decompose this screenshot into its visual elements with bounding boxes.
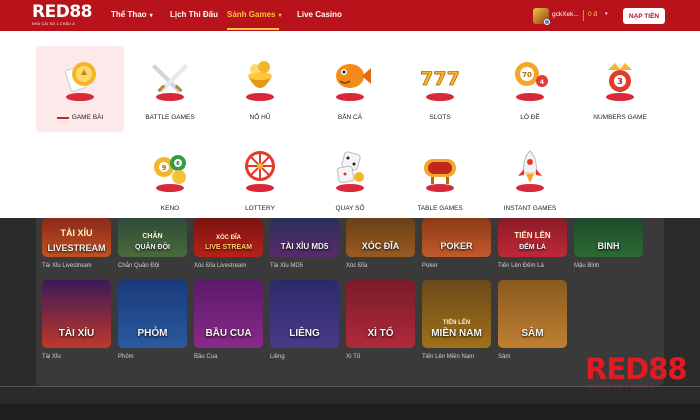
game-card-sam[interactable]: SÂM Sâm: [498, 280, 567, 360]
balance[interactable]: 0 đ: [588, 11, 597, 18]
game-thumbnail: POKER: [422, 218, 491, 257]
red88-watermark-logo: RED88 NHÀ CÁI SỐ 1 CHÂU Á: [585, 352, 688, 390]
nav-sanh-games[interactable]: Sảnh Games ▾: [227, 10, 281, 19]
games-dropdown-menu: GAME BÀI BATTLE GAMES NỔ HŨ BẮN CÁ 777 S…: [0, 31, 700, 218]
games-grid: TÀI XỈU LIVESTREAM Tài Xỉu Livestream CH…: [36, 218, 664, 386]
menu-item-numbers-game[interactable]: 3 NUMBERS GAME: [576, 46, 664, 132]
chevron-down-icon: ▾: [149, 13, 153, 19]
verified-badge-icon: [544, 19, 550, 25]
game-thumbnail: TIẾN LÊN MIỀN NAM: [422, 280, 491, 348]
menu-item-game-bai[interactable]: GAME BÀI: [36, 46, 124, 132]
game-thumbnail: TÀI XỈU: [42, 280, 111, 348]
svg-text:9: 9: [162, 164, 167, 172]
username[interactable]: gckXek...: [552, 11, 579, 18]
game-name: Xóc Đĩa Livestream: [194, 263, 247, 269]
table-games-icon: [424, 159, 456, 192]
game-thumbnail: TÀI XỈU MD5: [270, 218, 339, 257]
game-name: Phỏm: [118, 354, 134, 360]
game-thumbnail: XÓC ĐĨA: [346, 218, 415, 257]
menu-item-battle-games[interactable]: BATTLE GAMES: [126, 46, 214, 132]
game-name: Tài Xỉu: [42, 354, 61, 360]
game-card-tien-len-mien-nam[interactable]: TIẾN LÊN MIỀN NAM Tiến Lên Miền Nam: [422, 280, 491, 360]
menu-item-keno[interactable]: 9 6 KENO: [126, 137, 214, 223]
game-bai-icon: [65, 62, 96, 101]
menu-item-ban-ca[interactable]: BẮN CÁ: [306, 46, 394, 132]
game-name: Tài Xỉu MD5: [270, 263, 304, 269]
keno-icon: 9 6: [154, 155, 186, 192]
game-card-tai-xiu-md5[interactable]: TÀI XỈU MD5 Tài Xỉu MD5: [270, 218, 339, 269]
menu-item-quay-so[interactable]: QUAY SỐ: [306, 137, 394, 223]
lottery-icon: [245, 151, 275, 192]
game-name: Chắn Quân Đội: [118, 263, 160, 269]
quay-so-icon: [336, 151, 364, 192]
selected-indicator: [56, 116, 69, 119]
battle-games-icon: [152, 64, 188, 101]
game-card-tien-len-dem-la[interactable]: TIẾN LÊN ĐẾM LÁ Tiến Lên Đếm Lá: [498, 218, 567, 269]
svg-text:3: 3: [617, 77, 623, 86]
game-thumbnail: LIÊNG: [270, 280, 339, 348]
game-thumbnail: CHẮN QUÂN ĐỘI: [118, 218, 187, 257]
ban-ca-icon: [336, 64, 371, 101]
chevron-down-icon: ▾: [278, 13, 282, 19]
game-name: Liêng: [270, 354, 285, 360]
no-hu-icon: [246, 61, 274, 101]
game-name: Tiến Lên Đếm Lá: [498, 263, 544, 269]
instant-games-icon: [516, 150, 544, 192]
game-thumbnail: XÓC ĐĨA LIVE STREAM: [194, 218, 263, 257]
footer-bar: [0, 404, 700, 420]
game-thumbnail: TÀI XỈU LIVESTREAM: [42, 218, 111, 257]
game-card-xoc-dia[interactable]: XÓC ĐĨA Xóc Đĩa: [346, 218, 415, 269]
game-card-xoc-dia-livestream[interactable]: XÓC ĐĨA LIVE STREAM Xóc Đĩa Livestream: [194, 218, 263, 269]
game-name: Tiến Lên Miền Nam: [422, 354, 475, 360]
game-name: Xóc Đĩa: [346, 263, 368, 269]
menu-item-instant-games[interactable]: INSTANT GAMES: [486, 137, 574, 223]
game-card-mau-binh[interactable]: BINH Mậu Binh: [574, 218, 643, 269]
menu-item-slots[interactable]: 777 SLOTS: [396, 46, 484, 132]
lo-de-icon: 70 4: [515, 62, 548, 101]
logo[interactable]: RED88 NHÀ CÁI SỐ 1 CHÂU Á: [32, 4, 92, 28]
game-card-lieng[interactable]: LIÊNG Liêng: [270, 280, 339, 360]
game-thumbnail: PHỎM: [118, 280, 187, 348]
game-card-tai-xiu-livestream[interactable]: TÀI XỈU LIVESTREAM Tài Xỉu Livestream: [42, 218, 111, 269]
game-name: Sâm: [498, 354, 511, 360]
game-name: Bầu Cua: [194, 354, 218, 360]
menu-item-lo-de[interactable]: 70 4 LÔ ĐỀ: [486, 46, 574, 132]
numbers-game-icon: 3: [606, 63, 634, 101]
active-nav-indicator: [227, 28, 279, 30]
game-card-phom[interactable]: PHỎM Phỏm: [118, 280, 187, 360]
game-name: Poker: [422, 263, 438, 269]
game-thumbnail: BẦU CUA: [194, 280, 263, 348]
game-thumbnail: XÌ TỐ: [346, 280, 415, 348]
nav-lich-thi-dau[interactable]: Lịch Thi Đấu: [170, 10, 218, 19]
menu-item-no-hu[interactable]: NỔ HŨ: [216, 46, 304, 132]
top-navbar: RED88 NHÀ CÁI SỐ 1 CHÂU Á Thể Thao ▾ Lịch…: [0, 0, 700, 31]
chevron-down-icon[interactable]: ▾: [605, 11, 608, 17]
nav-the-thao[interactable]: Thể Thao ▾: [111, 10, 153, 19]
menu-item-lottery[interactable]: LOTTERY: [216, 137, 304, 223]
nav-live-casino[interactable]: Live Casino: [297, 10, 342, 19]
game-thumbnail: BINH: [574, 218, 643, 257]
deposit-button[interactable]: NẠP TIỀN: [623, 8, 665, 24]
slots-icon: 777: [420, 68, 460, 101]
game-name: Mậu Binh: [574, 263, 600, 269]
svg-text:70: 70: [522, 71, 532, 79]
game-card-tai-xiu[interactable]: TÀI XỈU Tài Xỉu: [42, 280, 111, 360]
divider: [583, 10, 584, 21]
game-name: Tài Xỉu Livestream: [42, 263, 92, 269]
game-card-xi-to[interactable]: XÌ TỐ Xì Tố: [346, 280, 415, 360]
game-name: Xì Tố: [346, 354, 361, 360]
svg-text:777: 777: [420, 68, 460, 90]
svg-text:4: 4: [540, 79, 544, 86]
game-thumbnail: SÂM: [498, 280, 567, 348]
game-card-bau-cua[interactable]: BẦU CUA Bầu Cua: [194, 280, 263, 360]
menu-item-table-games[interactable]: TABLE GAMES: [396, 137, 484, 223]
game-card-chan-quan-doi[interactable]: CHẮN QUÂN ĐỘI Chắn Quân Đội: [118, 218, 187, 269]
game-thumbnail: TIẾN LÊN ĐẾM LÁ: [498, 218, 567, 257]
game-card-poker[interactable]: POKER Poker: [422, 218, 491, 269]
svg-text:6: 6: [176, 161, 180, 167]
